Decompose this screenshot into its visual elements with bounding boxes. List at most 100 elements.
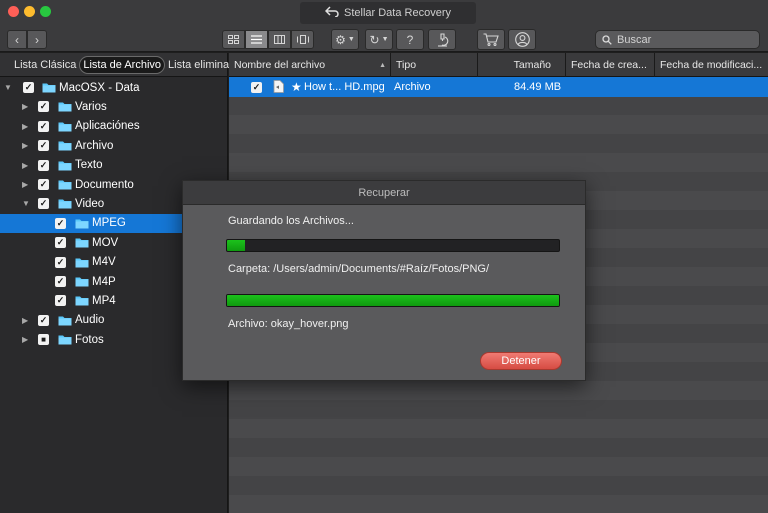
scan-button[interactable] bbox=[428, 29, 456, 50]
cover-flow-icon bbox=[296, 35, 309, 44]
tree-item-label: M4V bbox=[92, 256, 116, 269]
star-icon: ★ bbox=[291, 80, 302, 94]
tree-item[interactable]: ▶ ✓ Archivo bbox=[0, 136, 227, 155]
folder-icon bbox=[75, 295, 89, 306]
folder-icon bbox=[75, 257, 89, 268]
column-header-label: Fecha de modificaci... bbox=[660, 59, 763, 71]
sort-ascending-icon: ▲ bbox=[379, 61, 386, 69]
disclosure-collapsed-icon[interactable]: ▶ bbox=[22, 161, 30, 170]
gear-icon: ⚙ bbox=[335, 32, 346, 47]
grid-icon bbox=[228, 35, 239, 44]
minimize-window-button[interactable] bbox=[24, 6, 35, 17]
column-header-modified[interactable]: Fecha de modificaci... bbox=[655, 53, 768, 77]
overall-progress-bar bbox=[226, 239, 560, 252]
forward-button[interactable]: › bbox=[27, 30, 47, 49]
column-header-label: Fecha de crea... bbox=[571, 59, 647, 71]
cart-icon bbox=[483, 33, 499, 46]
tree-item-label: MOV bbox=[92, 236, 119, 249]
file-name: How t... HD.mpg bbox=[304, 81, 385, 93]
disclosure-collapsed-icon[interactable]: ▶ bbox=[22, 102, 30, 111]
search-icon bbox=[602, 34, 612, 45]
tab-classic-list[interactable]: Lista Clásica bbox=[11, 57, 79, 73]
folder-icon bbox=[75, 218, 89, 229]
folder-icon bbox=[58, 121, 72, 132]
tree-checkbox[interactable]: ✓ bbox=[55, 256, 66, 268]
folder-icon bbox=[58, 334, 72, 345]
tree-checkbox[interactable]: ✓ bbox=[38, 120, 49, 132]
disclosure-collapsed-icon[interactable]: ▶ bbox=[22, 180, 30, 189]
disclosure-collapsed-icon[interactable]: ▶ bbox=[22, 141, 30, 150]
search-input[interactable] bbox=[617, 33, 747, 46]
folder-icon bbox=[75, 237, 89, 248]
account-button[interactable] bbox=[508, 29, 536, 50]
tree-checkbox[interactable]: ✓ bbox=[38, 159, 49, 171]
tree-item-label: Fotos bbox=[75, 333, 104, 346]
icon-view-button[interactable] bbox=[222, 30, 245, 49]
column-header-size[interactable]: Tamaño bbox=[478, 53, 566, 77]
tree-item[interactable]: ▶ ✓ Varios bbox=[0, 97, 227, 116]
tree-checkbox[interactable]: ✓ bbox=[55, 276, 66, 287]
folder-icon bbox=[58, 140, 72, 151]
disclosure-collapsed-icon[interactable]: ▶ bbox=[22, 122, 30, 131]
disclosure-collapsed-icon[interactable]: ▶ bbox=[22, 335, 30, 344]
help-button[interactable]: ? bbox=[396, 29, 424, 50]
tree-checkbox[interactable]: ✓ bbox=[38, 140, 49, 152]
column-header-label: Tipo bbox=[396, 59, 417, 71]
tree-item-label: Documento bbox=[75, 178, 134, 191]
list-icon bbox=[251, 35, 262, 44]
column-view-button[interactable] bbox=[268, 30, 291, 49]
back-button[interactable]: ‹ bbox=[7, 30, 27, 49]
tree-checkbox[interactable]: ✓ bbox=[55, 217, 66, 229]
tree-item-label: Aplicaciónes bbox=[75, 120, 140, 133]
file-progress-bar bbox=[226, 294, 560, 307]
file-list-header: Nombre del archivo ▲ Tipo Tamaño Fecha d… bbox=[229, 53, 768, 77]
dialog-file-text: Archivo: okay_hover.png bbox=[228, 318, 349, 330]
tree-checkbox[interactable]: ✓ bbox=[38, 198, 49, 210]
tree-item[interactable]: ▼ ✓ MacOSX - Data bbox=[0, 78, 227, 97]
column-header-type[interactable]: Tipo bbox=[391, 53, 478, 77]
tree-item[interactable]: ▶ ✓ Texto bbox=[0, 156, 227, 175]
tree-item-label: M4P bbox=[92, 275, 116, 288]
disclosure-expanded-icon[interactable]: ▼ bbox=[22, 199, 30, 208]
close-window-button[interactable] bbox=[8, 6, 19, 17]
search-field[interactable] bbox=[595, 30, 760, 49]
cover-flow-view-button[interactable] bbox=[291, 30, 314, 49]
tree-checkbox[interactable]: ✓ bbox=[23, 82, 34, 93]
zoom-window-button[interactable] bbox=[40, 6, 51, 17]
folder-icon bbox=[58, 198, 72, 209]
cart-button[interactable] bbox=[477, 29, 505, 50]
tree-checkbox[interactable]: ✓ bbox=[38, 101, 49, 113]
column-header-name[interactable]: Nombre del archivo ▲ bbox=[229, 53, 391, 77]
tree-checkbox[interactable]: ✓ bbox=[55, 295, 66, 307]
tab-file-list[interactable]: Lista de Archivo bbox=[79, 55, 166, 74]
history-button[interactable]: ↻ ▼ bbox=[365, 29, 393, 50]
navigation-group: ‹ › bbox=[7, 30, 47, 49]
dialog-folder-text: Carpeta: /Users/admin/Documents/#Raíz/Fo… bbox=[228, 263, 490, 275]
dialog-status-text: Guardando los Archivos... bbox=[228, 215, 354, 227]
file-type: Archivo bbox=[394, 81, 431, 93]
tree-checkbox[interactable]: ✓ bbox=[38, 179, 49, 190]
column-header-created[interactable]: Fecha de crea... bbox=[566, 53, 655, 77]
tree-item-label: Audio bbox=[75, 314, 105, 327]
tree-item-label: Varios bbox=[75, 100, 107, 113]
disclosure-collapsed-icon[interactable]: ▶ bbox=[22, 316, 30, 325]
disclosure-expanded-icon[interactable]: ▼ bbox=[4, 83, 12, 92]
folder-icon bbox=[58, 315, 72, 326]
folder-icon bbox=[58, 179, 72, 190]
user-icon bbox=[514, 32, 530, 47]
view-mode-group bbox=[222, 30, 314, 49]
stop-button[interactable]: Detener bbox=[480, 352, 562, 370]
settings-button[interactable]: ⚙ ▼ bbox=[331, 29, 359, 50]
tree-checkbox[interactable]: ✓ bbox=[55, 237, 66, 249]
list-view-button[interactable] bbox=[245, 30, 268, 49]
folder-icon bbox=[58, 160, 72, 171]
columns-icon bbox=[274, 35, 285, 44]
tree-checkbox[interactable]: ■ bbox=[38, 334, 49, 346]
row-checkbox[interactable]: ✓ bbox=[251, 82, 262, 93]
tree-item-label: Video bbox=[75, 197, 105, 210]
tree-item[interactable]: ▶ ✓ Aplicaciónes bbox=[0, 117, 227, 136]
tree-checkbox[interactable]: ✓ bbox=[38, 314, 49, 326]
tree-item-label: MacOSX - Data bbox=[59, 81, 140, 94]
tree-item-label: MP4 bbox=[92, 294, 116, 307]
table-row[interactable]: ✓ ★ How t... HD.mpg Archivo 84.49 MB bbox=[229, 77, 768, 97]
